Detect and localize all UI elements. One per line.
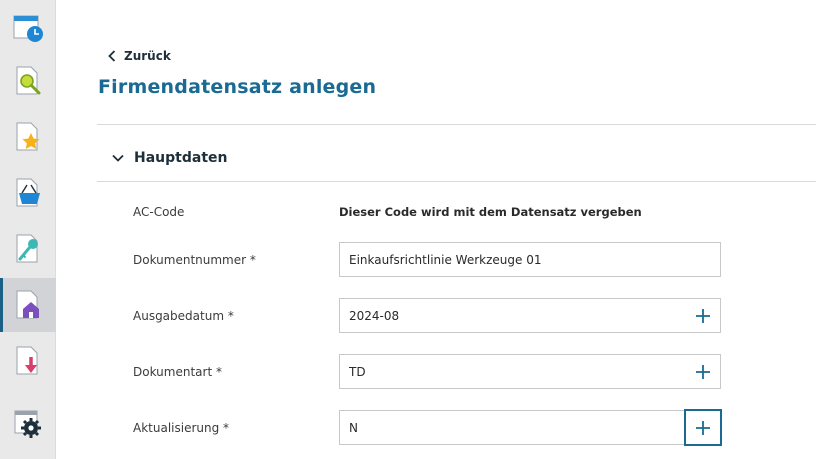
form-row-dokumentart: Dokumentart * [133, 354, 723, 390]
ac-code-label: AC-Code [133, 205, 185, 219]
ausgabedatum-label: Ausgabedatum * [133, 309, 234, 323]
section-divider [97, 181, 816, 182]
shopping-basket-icon [16, 178, 40, 207]
sidebar-item-key[interactable] [0, 222, 56, 276]
ac-code-value: Dieser Code wird mit dem Datensatz verge… [339, 205, 642, 219]
ausgabedatum-input[interactable] [339, 298, 686, 333]
document-download-icon [16, 346, 38, 375]
dokumentart-input[interactable] [339, 354, 686, 389]
ausgabedatum-add-button[interactable] [685, 298, 721, 333]
key-icon [16, 234, 38, 263]
sidebar [0, 0, 56, 459]
document-star-icon [16, 122, 40, 151]
plus-icon [695, 308, 710, 323]
form-row-ac-code: AC-Code Dieser Code wird mit dem Datensa… [133, 194, 723, 230]
form-row-dokumentnummer: Dokumentnummer * [133, 242, 723, 278]
form-row-ausgabedatum: Ausgabedatum * [133, 298, 723, 334]
document-search-icon [16, 66, 41, 95]
dokumentart-add-button[interactable] [685, 354, 721, 389]
aktualisierung-input[interactable] [339, 410, 686, 445]
document-home-icon [16, 290, 39, 319]
sidebar-item-calendar[interactable] [0, 0, 56, 54]
chevron-down-icon [112, 154, 124, 162]
form-row-aktualisierung: Aktualisierung * [133, 409, 723, 446]
sidebar-item-download[interactable] [0, 334, 56, 388]
back-link[interactable]: Zurück [108, 49, 171, 63]
back-label: Zurück [124, 49, 171, 63]
section-toggle-hauptdaten[interactable]: Hauptdaten [112, 150, 227, 166]
plus-icon [695, 364, 710, 379]
sidebar-item-favorites[interactable] [0, 110, 56, 164]
sidebar-item-company-data[interactable] [0, 278, 56, 332]
aktualisierung-label: Aktualisierung * [133, 421, 230, 435]
section-title: Hauptdaten [134, 150, 228, 166]
sidebar-item-search[interactable] [0, 54, 56, 108]
plus-icon [696, 420, 710, 435]
settings-gear-icon [14, 410, 41, 438]
dokumentnummer-label: Dokumentnummer * [133, 253, 256, 267]
header-divider [97, 124, 816, 125]
dokumentart-label: Dokumentart * [133, 365, 222, 379]
calendar-clock-icon [13, 15, 43, 42]
sidebar-item-settings[interactable] [0, 396, 56, 450]
chevron-left-icon [108, 50, 116, 62]
main-content: Zurück Firmendatensatz anlegen Hauptdate… [56, 0, 816, 459]
sidebar-item-basket[interactable] [0, 166, 56, 220]
dokumentnummer-input[interactable] [339, 242, 721, 277]
page-title: Firmendatensatz anlegen [98, 76, 377, 98]
aktualisierung-add-button[interactable] [684, 409, 722, 446]
